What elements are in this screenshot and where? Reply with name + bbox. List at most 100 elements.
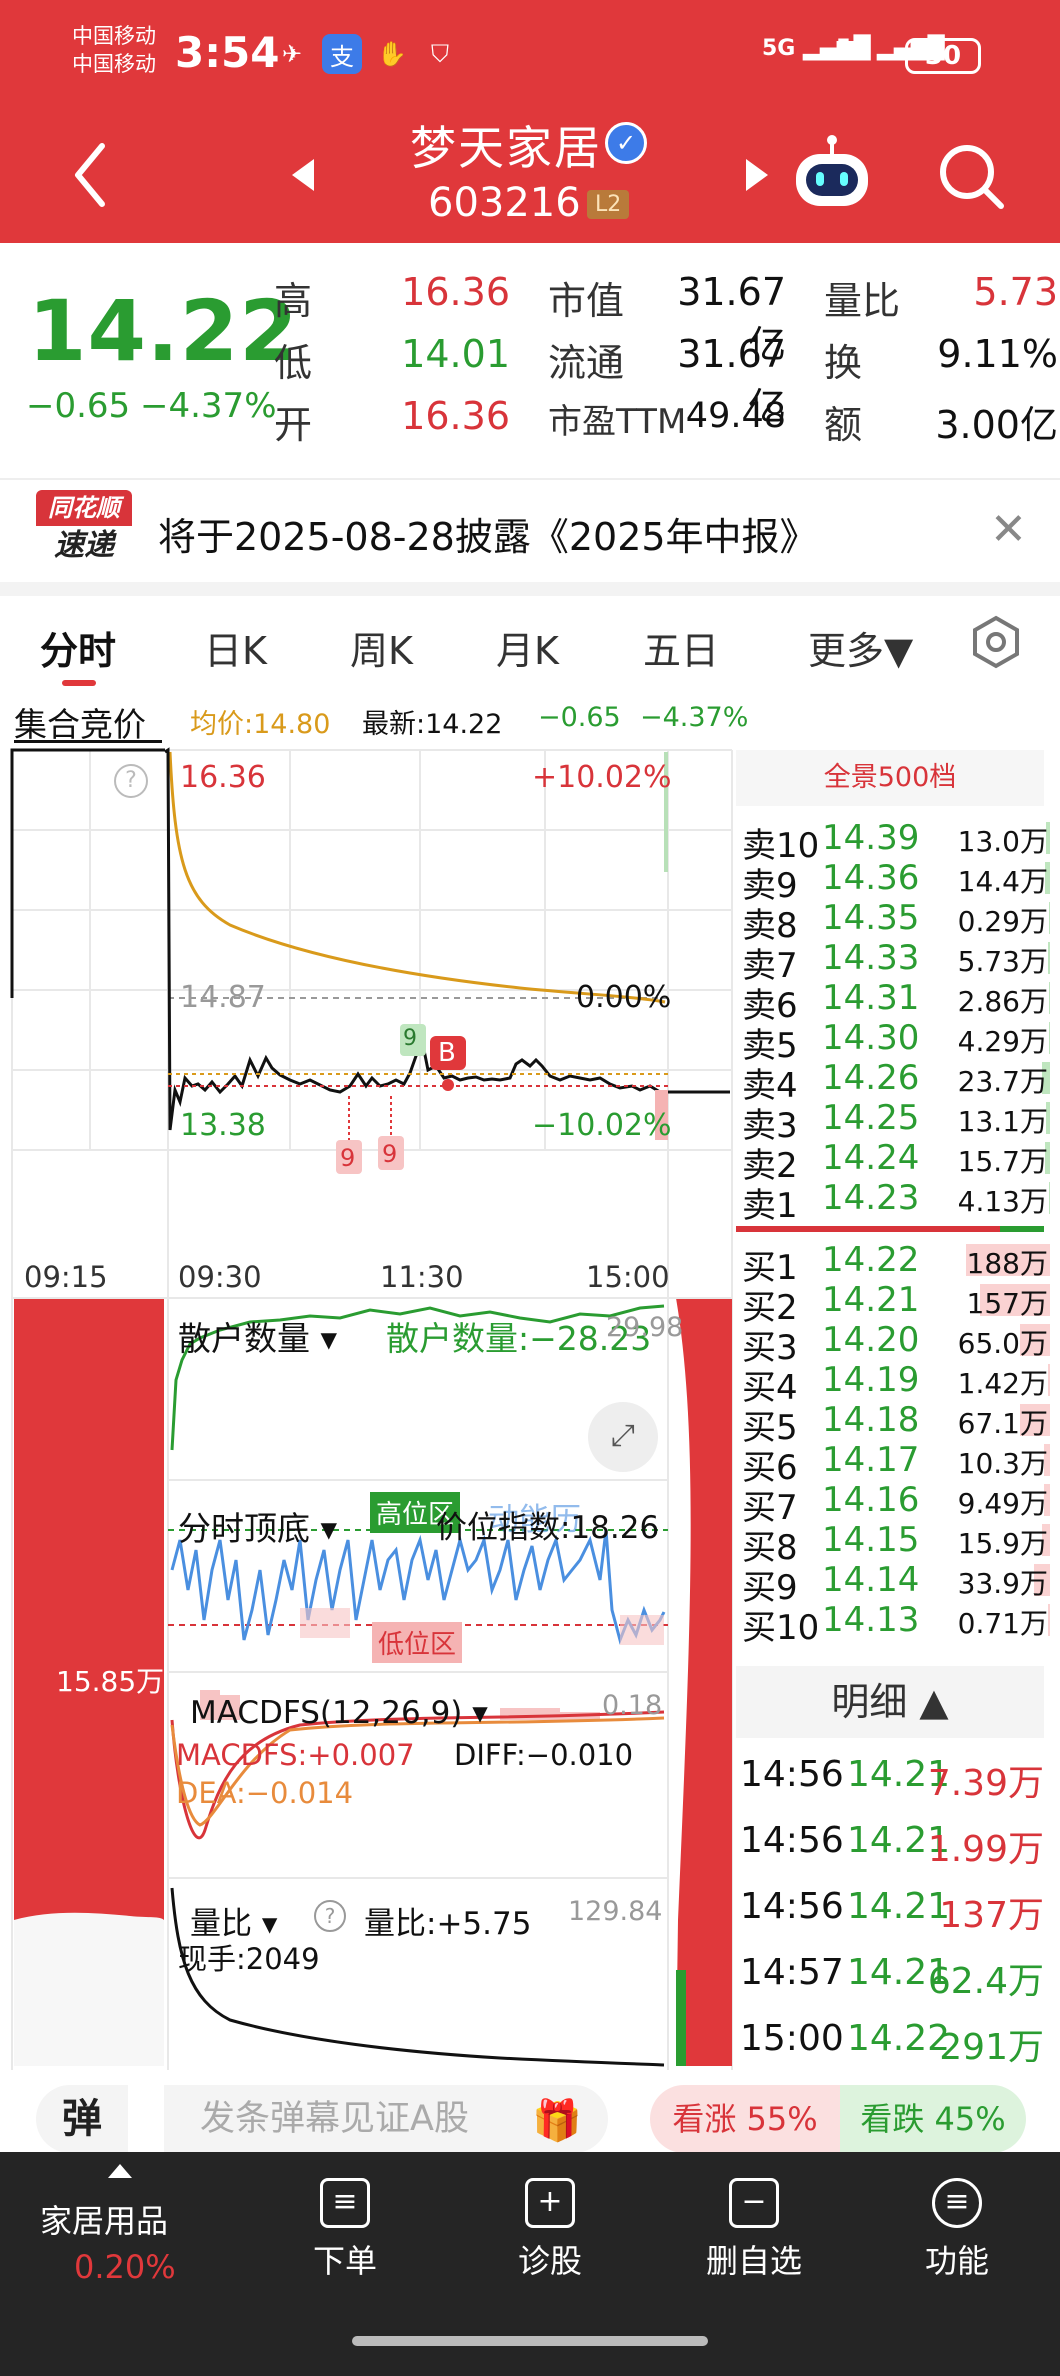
order-button[interactable]: ≡ 下单 <box>275 2170 415 2282</box>
tab-intraday[interactable]: 分时 <box>40 620 116 675</box>
open-value: 16.36 <box>401 394 510 438</box>
panel3-top: 0.18 <box>602 1690 663 1721</box>
ask-volume: 0.29万 <box>957 905 1048 938</box>
ask-volume: 2.86万 <box>957 985 1048 1018</box>
bid-row[interactable]: 买9 14.14 33.9万 <box>742 1560 1050 1608</box>
diff-value: DIFF:−0.010 <box>454 1738 634 1772</box>
bid-volume: 157万 <box>966 1287 1048 1320</box>
high-value: 16.36 <box>401 270 510 314</box>
bid-row[interactable]: 买7 14.16 9.49万 <box>742 1480 1050 1528</box>
home-indicator[interactable] <box>352 2336 708 2346</box>
robot-assistant-icon[interactable] <box>790 130 874 214</box>
gift-icon[interactable]: 🎁 <box>532 2097 582 2144</box>
ask-vol-bar <box>1049 982 1050 1014</box>
danmu-toggle[interactable]: 弹 <box>36 2085 128 2153</box>
low-label: 低 <box>274 341 313 385</box>
mid-pct-label: 0.00% <box>576 980 672 1015</box>
bid-vol-bar <box>1048 1364 1050 1396</box>
settings-icon[interactable] <box>968 614 1024 670</box>
ask-row[interactable]: 卖2 14.24 15.7万 <box>742 1138 1050 1186</box>
right-volume-block <box>676 1298 732 2066</box>
bid-row[interactable]: 买6 14.17 10.3万 <box>742 1440 1050 1488</box>
bid-row[interactable]: 买10 14.13 0.71万 <box>742 1600 1050 1648</box>
pe-value: 49.48 <box>685 396 786 436</box>
panel4-help-icon[interactable]: ? <box>314 1900 346 1932</box>
ask-volume: 15.7万 <box>957 1145 1048 1178</box>
tab-daily-k[interactable]: 日K <box>204 620 267 675</box>
ask-row[interactable]: 卖5 14.30 4.29万 <box>742 1018 1050 1066</box>
marker-9-right-label: 9 <box>382 1140 398 1168</box>
detail-row: 14:56 14.21 1.99万 <box>740 1820 1050 1870</box>
fall-vote[interactable]: 看跌 45% <box>840 2085 1026 2153</box>
next-stock-icon[interactable] <box>742 155 772 195</box>
back-icon[interactable] <box>70 140 110 210</box>
detail-header[interactable]: 明细 ▲ <box>736 1666 1044 1738</box>
panel3-selector[interactable]: MACDFS(12,26,9) ▾ <box>190 1695 488 1731</box>
logo-bottom-text: 速递 <box>54 528 114 563</box>
header-bar: 中国移动 中国移动 3:54 ✈ 支 ✋ ⛉ 5G ▂▄▆█ 5G ▂▄▆█ 3… <box>0 0 1060 243</box>
bid-row[interactable]: 买5 14.18 67.1万 <box>742 1400 1050 1448</box>
ask-price: 14.36 <box>822 858 920 898</box>
ask-row[interactable]: 卖7 14.33 5.73万 <box>742 938 1050 986</box>
bid-label: 买10 <box>742 1608 820 1648</box>
ask-price: 14.26 <box>822 1058 920 1098</box>
bid-price: 14.14 <box>822 1560 920 1600</box>
function-button[interactable]: ≡ 功能 <box>887 2170 1027 2282</box>
avg-price: 均价:14.80 <box>190 709 331 740</box>
ask-row[interactable]: 卖4 14.26 23.7万 <box>742 1058 1050 1106</box>
diagnose-button[interactable]: + 诊股 <box>480 2170 620 2282</box>
ask-row[interactable]: 卖10 14.39 13.0万 <box>742 818 1050 866</box>
close-icon[interactable]: ✕ <box>990 504 1027 555</box>
remove-watchlist-button[interactable]: − 删自选 <box>684 2170 824 2282</box>
sector-name[interactable]: 家居用品 <box>40 2196 168 2242</box>
help-icon[interactable]: ? <box>114 764 148 798</box>
tab-weekly-k[interactable]: 周K <box>350 620 413 675</box>
battery-indicator: 30 <box>905 38 981 74</box>
section-gap <box>0 582 1060 596</box>
auction-volume-label: 15.85万 <box>56 1665 165 1698</box>
detail-time: 14:56 <box>740 1754 844 1795</box>
panel2-selector[interactable]: 分时顶底 ▾ <box>178 1502 337 1550</box>
panel1-selector[interactable]: 散户数量 ▾ <box>178 1312 337 1360</box>
bid-row[interactable]: 买3 14.20 65.0万 <box>742 1320 1050 1368</box>
bid-row[interactable]: 买1 14.22 188万 <box>742 1240 1050 1288</box>
bid-row[interactable]: 买2 14.21 157万 <box>742 1280 1050 1328</box>
detail-volume: 1.99万 <box>927 1829 1044 1870</box>
ask-row[interactable]: 卖8 14.35 0.29万 <box>742 898 1050 946</box>
auction-volume-overlay <box>14 1912 164 2066</box>
expand-icon[interactable]: ⤢ <box>588 1402 658 1472</box>
low-zone-badge: 低位区 <box>372 1622 463 1663</box>
prev-stock-icon[interactable] <box>288 155 318 195</box>
auction-label[interactable]: 集合竞价 <box>14 698 146 746</box>
detail-volume: 291万 <box>939 2027 1044 2068</box>
bid-row[interactable]: 买4 14.19 1.42万 <box>742 1360 1050 1408</box>
tab-more[interactable]: 更多▼ <box>808 620 913 675</box>
rise-vote[interactable]: 看涨 55% <box>650 2085 840 2153</box>
latest-price: 最新:14.22 <box>362 709 503 740</box>
search-icon[interactable] <box>935 140 1009 214</box>
macd-value: MACDFS:+0.007 <box>176 1738 415 1772</box>
notice-text[interactable]: 将于2025-08-28披露《2025年中报》 <box>158 506 818 561</box>
float-label: 流通 <box>548 341 625 385</box>
bid-volume: 10.3万 <box>957 1447 1048 1480</box>
tab-monthly-k[interactable]: 月K <box>496 620 559 675</box>
ask-row[interactable]: 卖1 14.23 4.13万 <box>742 1178 1050 1226</box>
divider <box>0 478 1060 480</box>
expand-up-icon[interactable] <box>108 2164 132 2178</box>
tab-five-day[interactable]: 五日 <box>643 620 719 675</box>
ask-row[interactable]: 卖6 14.31 2.86万 <box>742 978 1050 1026</box>
low-value: 14.01 <box>401 332 510 376</box>
intraday-chart[interactable]: 16.36 +10.02% 14.87 0.00% 13.38 −10.02% … <box>0 740 735 2070</box>
time-0930: 09:30 <box>178 1260 262 1294</box>
amount-value: 3.00亿 <box>935 403 1058 447</box>
right-volume-green <box>676 1970 686 2066</box>
hand-icon: ✋ <box>377 40 407 68</box>
ask-row[interactable]: 卖3 14.25 13.1万 <box>742 1098 1050 1146</box>
ask-price: 14.31 <box>822 978 920 1018</box>
ask-volume: 14.4万 <box>957 865 1048 898</box>
ask-row[interactable]: 卖9 14.36 14.4万 <box>742 858 1050 906</box>
orderbook-header[interactable]: 全景500档 <box>736 750 1044 806</box>
bid-row[interactable]: 买8 14.15 15.9万 <box>742 1520 1050 1568</box>
order-label: 下单 <box>312 2242 377 2280</box>
ask-vol-bar <box>1048 942 1050 974</box>
